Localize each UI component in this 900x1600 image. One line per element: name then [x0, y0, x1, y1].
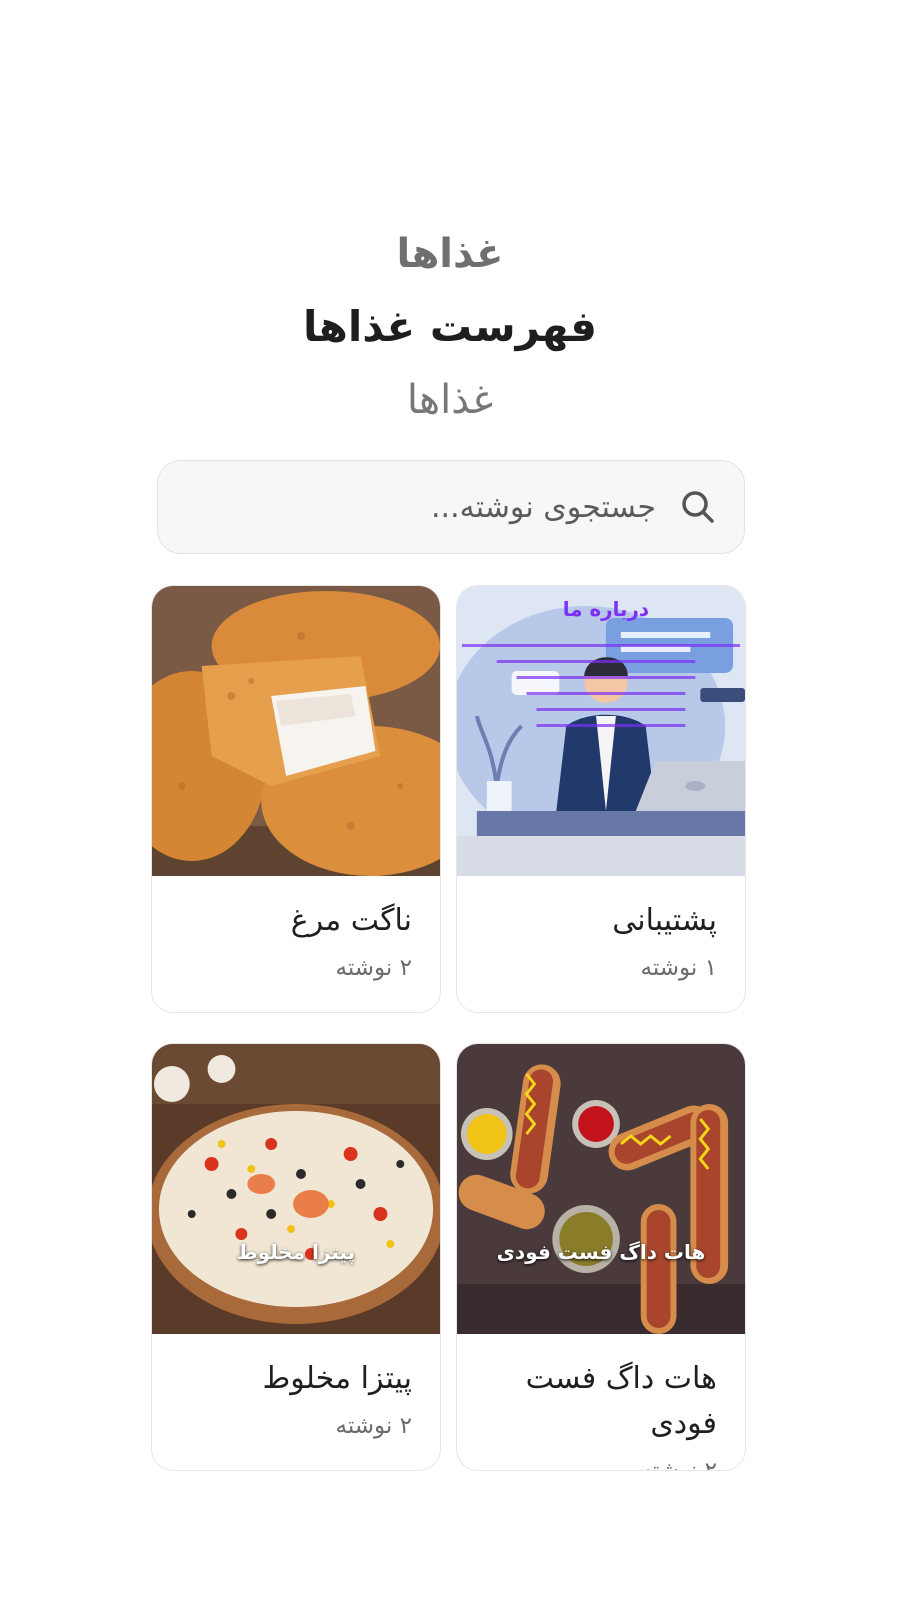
category-title[interactable]: پشتیبانی	[485, 898, 717, 943]
category-post-count: ۲ نوشته	[335, 1412, 413, 1439]
category-card-chicken-nuggets[interactable]: ناگت مرغ ۲ نوشته	[151, 585, 441, 1013]
search-box[interactable]	[157, 460, 745, 554]
category-image-pizza: پیتزا مخلوط	[152, 1043, 440, 1334]
pizza-image-label: پیتزا مخلوط	[236, 1239, 356, 1264]
category-grid: درباره ما پشتیبانی ۱ نوشته ناگت مرغ ۲ نو…	[149, 585, 746, 1478]
section-eyebrow: غذاها	[396, 231, 504, 277]
category-post-count: ۱ نوشته	[640, 955, 718, 981]
category-image-chicken-nuggets	[152, 586, 440, 876]
page-header: غذاها فهرست غذاها غذاها	[0, 222, 900, 432]
category-post-count: ۲ نوشته	[640, 1457, 718, 1471]
category-title[interactable]: هات داگ فست فودی	[485, 1356, 717, 1446]
category-title[interactable]: ناگت مرغ	[180, 898, 412, 943]
category-image-hotdog: هات داگ فست فودی	[457, 1043, 745, 1334]
hotdog-image-label: هات داگ فست فودی	[496, 1239, 706, 1264]
page-title: فهرست غذاها	[303, 302, 597, 351]
category-post-count: ۲ نوشته	[335, 955, 413, 981]
page-subtitle: غذاها	[406, 377, 494, 423]
search-input[interactable]	[184, 489, 678, 525]
category-title[interactable]: پیتزا مخلوط	[180, 1356, 413, 1401]
search-icon[interactable]	[678, 487, 718, 527]
support-image-heading: درباره ما	[563, 598, 649, 621]
category-card-hotdog[interactable]: هات داگ فست فودی هات داگ فست فودی ۲ نوشت…	[456, 1042, 746, 1471]
category-card-support[interactable]: درباره ما پشتیبانی ۱ نوشته	[456, 585, 746, 1013]
category-card-pizza[interactable]: پیتزا مخلوط پیتزا مخلوط ۲ نوشته	[151, 1042, 441, 1471]
category-image-support: درباره ما	[457, 586, 745, 876]
